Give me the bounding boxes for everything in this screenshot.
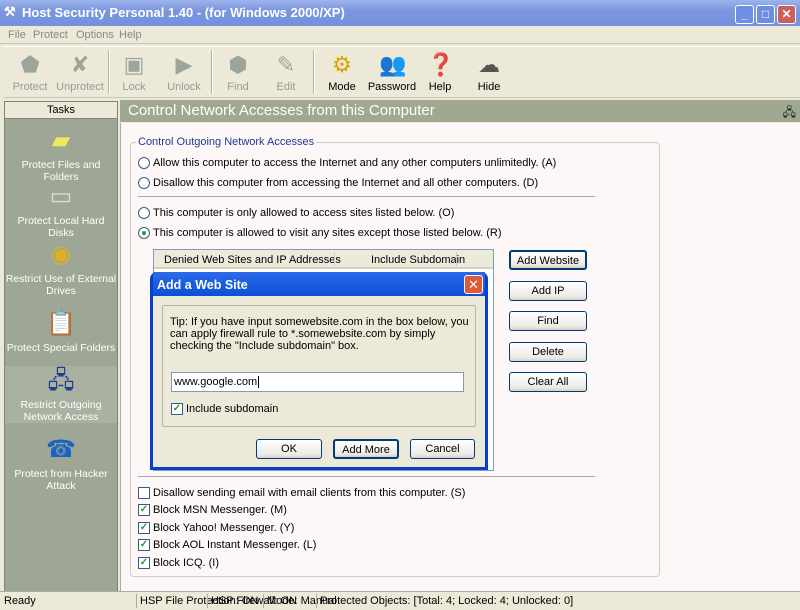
sidebar-item-external-drives[interactable]: ◉ Restrict Use of External Drives bbox=[5, 240, 117, 297]
sidebar-item-special-folders[interactable]: 📋 Protect Special Folders bbox=[5, 309, 117, 354]
password-icon: 👥 bbox=[379, 52, 407, 77]
clear-all-button[interactable]: Clear All bbox=[509, 372, 587, 392]
menu-options[interactable]: Options bbox=[76, 29, 114, 41]
mode-button[interactable]: ⚙ Mode bbox=[317, 47, 367, 97]
menu-bar: File Protect Options Help bbox=[0, 26, 800, 44]
cloud-icon: ☁ bbox=[478, 52, 500, 77]
delete-button[interactable]: Delete bbox=[509, 342, 587, 362]
cancel-button[interactable]: Cancel bbox=[410, 439, 475, 459]
status-ready: Ready bbox=[4, 595, 36, 607]
unlock-icon: ▶ bbox=[175, 52, 193, 77]
toolbar: ⬟ Protect ✘ Unprotect ▣ Lock ▶ Unlock ⬢ Find … bbox=[4, 46, 800, 98]
page-title: Control Network Accesses from this Compu… bbox=[128, 102, 435, 119]
radio-except-listed[interactable]: This computer is allowed to visit any si… bbox=[138, 226, 501, 242]
edit-button[interactable]: ✎ Edit bbox=[261, 47, 311, 97]
find-icon: ⬢ bbox=[228, 52, 248, 77]
help-button[interactable]: ❓ Help bbox=[415, 47, 465, 97]
status-bar: Ready HSP File Protection: ON HSP Firewa… bbox=[0, 591, 800, 610]
dialog-body: Tip: If you have input somewebsite.com i… bbox=[153, 296, 485, 467]
page-title-bar: Control Network Accesses from this Compu… bbox=[120, 100, 800, 122]
network-status-icon: 🖧 bbox=[782, 105, 796, 119]
group-label: Control Outgoing Network Accesses bbox=[136, 136, 317, 148]
lock-icon: ▣ bbox=[123, 52, 145, 77]
find-button[interactable]: Find bbox=[509, 311, 587, 331]
help-book-icon: ❓ bbox=[427, 52, 455, 77]
protect-icon: ⬟ bbox=[20, 52, 40, 77]
app-icon: ⚒ bbox=[4, 4, 16, 19]
checkbox-block-msn[interactable]: ✓ Block MSN Messenger. (M) bbox=[138, 503, 287, 519]
unlock-button[interactable]: ▶ Unlock bbox=[159, 47, 209, 97]
checkbox-block-email[interactable]: Disallow sending email with email client… bbox=[138, 486, 465, 502]
sidebar-item-network-access[interactable]: 🖧 Restrict Outgoing Network Access bbox=[5, 366, 117, 423]
mode-icon: ⚙ bbox=[332, 52, 352, 77]
sidebar-item-protect-files[interactable]: ▰ Protect Files and Folders bbox=[5, 126, 117, 183]
tasks-sidebar: Tasks ▰ Protect Files and Folders ▭ Protec… bbox=[4, 101, 118, 592]
include-subdomain-checkbox[interactable]: ✓ Include subdomain bbox=[171, 403, 278, 416]
add-website-button[interactable]: Add Website bbox=[509, 250, 587, 270]
protect-button[interactable]: ⬟ Protect bbox=[5, 47, 55, 97]
menu-protect[interactable]: Protect bbox=[33, 29, 68, 41]
sidebar-item-hacker-attack[interactable]: ☎ Protect from Hacker Attack bbox=[5, 435, 117, 492]
add-more-button[interactable]: Add More bbox=[333, 439, 399, 459]
tasks-header: Tasks bbox=[5, 102, 117, 119]
add-ip-button[interactable]: Add IP bbox=[509, 281, 587, 301]
unprotect-icon: ✘ bbox=[70, 52, 90, 77]
folder-icon: ▰ bbox=[51, 127, 71, 154]
cd-icon: ◉ bbox=[50, 241, 72, 268]
checkbox-block-yahoo[interactable]: ✓ Block Yahoo! Messenger. (Y) bbox=[138, 521, 294, 537]
column-header-sites[interactable]: Denied Web Sites and IP Addresses bbox=[164, 254, 341, 266]
radio-only-listed[interactable]: This computer is only allowed to access … bbox=[138, 206, 454, 222]
lock-button[interactable]: ▣ Lock bbox=[109, 47, 159, 97]
divider bbox=[138, 196, 595, 197]
add-website-dialog: Add a Web Site ✕ Tip: If you have input … bbox=[150, 272, 488, 470]
column-header-subdomain[interactable]: Include Subdomain bbox=[371, 254, 465, 266]
globe-phone-icon: ☎ bbox=[46, 436, 76, 463]
menu-file[interactable]: File bbox=[8, 29, 26, 41]
dialog-close-button[interactable]: ✕ bbox=[464, 275, 483, 294]
close-button[interactable]: ✕ bbox=[777, 5, 796, 24]
divider bbox=[138, 476, 595, 477]
unprotect-button[interactable]: ✘ Unprotect bbox=[55, 47, 105, 97]
edit-icon: ✎ bbox=[276, 52, 296, 77]
checkbox-block-icq[interactable]: ✓ Block ICQ. (I) bbox=[138, 556, 219, 572]
ok-button[interactable]: OK bbox=[256, 439, 322, 459]
dialog-title: Add a Web Site bbox=[153, 272, 485, 296]
title-bar: ⚒ Host Security Personal 1.40 - (for Win… bbox=[0, 0, 800, 26]
hard-disk-icon: ▭ bbox=[49, 183, 73, 210]
checkbox-block-aol[interactable]: ✓ Block AOL Instant Messenger. (L) bbox=[138, 538, 316, 554]
dialog-tip: Tip: If you have input somewebsite.com i… bbox=[170, 316, 469, 352]
hide-button[interactable]: ☁ Hide bbox=[464, 47, 514, 97]
menu-help[interactable]: Help bbox=[119, 29, 142, 41]
network-icon: 🖧 bbox=[47, 367, 75, 394]
minimize-button[interactable]: _ bbox=[735, 5, 754, 24]
clipboard-icon: 📋 bbox=[46, 310, 76, 337]
maximize-button[interactable]: □ bbox=[756, 5, 775, 24]
status-protected-objects: Protected Objects: [Total: 4; Locked: 4;… bbox=[320, 595, 574, 607]
website-input[interactable]: www.google.com bbox=[171, 372, 464, 392]
sidebar-item-protect-disks[interactable]: ▭ Protect Local Hard Disks bbox=[5, 182, 117, 239]
radio-disallow-all[interactable]: Disallow this computer from accessing th… bbox=[138, 176, 538, 192]
radio-allow-all[interactable]: Allow this computer to access the Intern… bbox=[138, 156, 556, 172]
list-header: Denied Web Sites and IP Addresses Includ… bbox=[154, 250, 493, 269]
window-title: Host Security Personal 1.40 - (for Windo… bbox=[22, 5, 345, 20]
